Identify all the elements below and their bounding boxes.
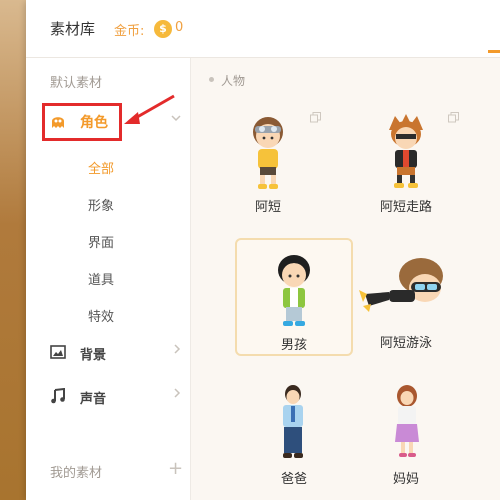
sub-item-props[interactable]: 道具 — [88, 269, 114, 288]
copy-icon[interactable] — [310, 108, 321, 127]
chevron-right-icon — [172, 342, 182, 360]
copy-icon[interactable] — [448, 108, 459, 127]
character-adu-image — [253, 117, 283, 189]
default-materials-heading: 默认素材 — [50, 76, 103, 91]
material-name: 男孩 — [280, 338, 307, 353]
sub-item-image[interactable]: 形象 — [88, 195, 114, 214]
sidebar-item-role-label: 角色 — [80, 115, 108, 131]
character-adu-swim-image — [359, 258, 443, 312]
header-accent-bar — [488, 50, 500, 53]
sub-item-interface[interactable]: 界面 — [88, 232, 114, 251]
sidebar-item-background[interactable]: 背景 — [26, 338, 191, 368]
chevron-right-icon — [172, 386, 182, 404]
sub-item-effects[interactable]: 特效 — [88, 306, 114, 325]
material-card-mom[interactable]: 妈妈 — [347, 374, 465, 492]
material-name: 爸爸 — [280, 472, 307, 487]
material-name: 妈妈 — [392, 472, 419, 487]
coin-label: 金币: — [114, 24, 145, 39]
coin-icon: $ — [154, 20, 172, 38]
sidebar-item-sound-label: 声音 — [80, 392, 107, 407]
my-materials-heading: 我的素材 — [50, 466, 103, 481]
annotation-arrow-icon — [124, 94, 175, 124]
material-library-panel: 素材库 金币: $ 0 默认素材 角色 全部 形象 界面 道具 特效 背景 声音… — [26, 0, 500, 500]
image-icon — [50, 344, 66, 363]
character-adu-walk-image — [389, 114, 423, 188]
character-boy-image — [278, 255, 310, 326]
material-card-adu[interactable]: 阿短 — [209, 102, 327, 220]
material-name: 阿短游泳 — [379, 336, 432, 351]
character-dad-image — [283, 385, 303, 458]
material-name: 阿短走路 — [379, 200, 432, 215]
material-card-adu-walk[interactable]: 阿短走路 — [347, 102, 465, 220]
music-note-icon — [50, 387, 66, 408]
ghost-icon — [50, 113, 66, 133]
panel-title: 素材库 — [50, 20, 96, 38]
material-card-boy[interactable]: 男孩 — [235, 238, 353, 356]
sidebar-item-background-label: 背景 — [80, 348, 107, 363]
material-name: 阿短 — [254, 200, 281, 215]
section-dot — [209, 77, 214, 82]
coin-count: 0 — [175, 20, 184, 35]
sub-item-all[interactable]: 全部 — [88, 158, 114, 177]
character-mom-image — [395, 385, 419, 457]
material-grid: 人物 阿短 阿短走路 男孩 阿短游泳 爸爸 妈妈 — [191, 58, 500, 500]
material-card-adu-swim[interactable]: 阿短游泳 — [347, 238, 465, 356]
section-heading: 人物 — [221, 74, 246, 88]
material-card-dad[interactable]: 爸爸 — [235, 374, 353, 492]
sidebar-item-sound[interactable]: 声音 — [26, 382, 191, 412]
panel-header: 素材库 金币: $ 0 — [26, 0, 500, 58]
add-material-button[interactable]: + — [168, 458, 183, 479]
